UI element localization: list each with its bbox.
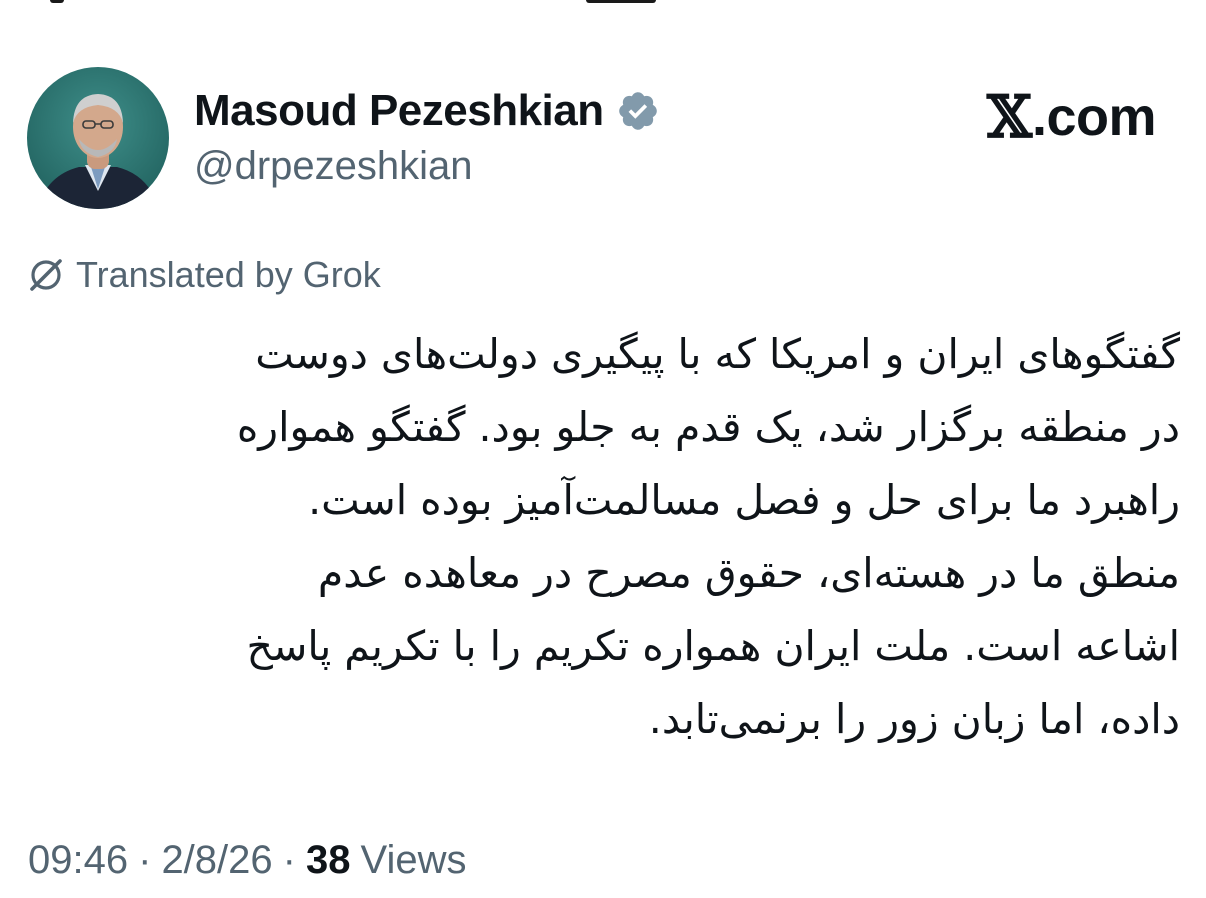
tweet-metadata: 09:46 · 2/8/26 · 38 Views	[28, 834, 466, 886]
meta-separator: ·	[138, 837, 152, 882]
translation-notice[interactable]: Translated by Grok	[26, 250, 381, 300]
cropped-top-edge	[0, 0, 1206, 10]
views-label: Views	[360, 837, 467, 882]
grok-icon	[26, 255, 66, 295]
tweet-text-line: داده، اما زبان زور را برنمی‌تابد.	[648, 695, 1180, 743]
tweet-text-line: در منطقه برگزار شد، یک قدم به جلو بود. گ…	[236, 403, 1180, 451]
tweet-text-line: گفتگوهای ایران و امریکا که با پیگیری دول…	[255, 330, 1180, 378]
author-name-row: Masoud Pezeshkian	[194, 84, 660, 138]
tweet-text-line: راهبرد ما برای حل و فصل مسالمت‌آمیز بوده…	[308, 476, 1180, 524]
tweet-time[interactable]: 09:46	[28, 838, 128, 883]
verified-badge-icon[interactable]	[616, 89, 660, 133]
meta-separator: ·	[282, 837, 296, 882]
tweet-text: گفتگوهای ایران و امریکا که با پیگیری دول…	[40, 318, 1180, 756]
brand-domain: .com	[1031, 87, 1157, 147]
translated-by-label: Translated by Grok	[76, 254, 381, 295]
tweet-date[interactable]: 2/8/26	[161, 838, 272, 883]
x-com-watermark: 𝕏 .com	[986, 83, 1157, 151]
tweet-text-line: منطق ما در هسته‌ای، حقوق مصرح در معاهده …	[317, 549, 1180, 597]
avatar[interactable]	[27, 67, 169, 209]
tweet-text-line: اشاعه است. ملت ایران همواره تکریم را با …	[246, 622, 1180, 670]
avatar-portrait	[27, 67, 169, 209]
x-logo-icon: 𝕏	[986, 83, 1032, 151]
author-handle[interactable]: @drpezeshkian	[194, 144, 473, 189]
author-display-name[interactable]: Masoud Pezeshkian	[194, 86, 604, 136]
views-count: 38	[305, 837, 351, 882]
